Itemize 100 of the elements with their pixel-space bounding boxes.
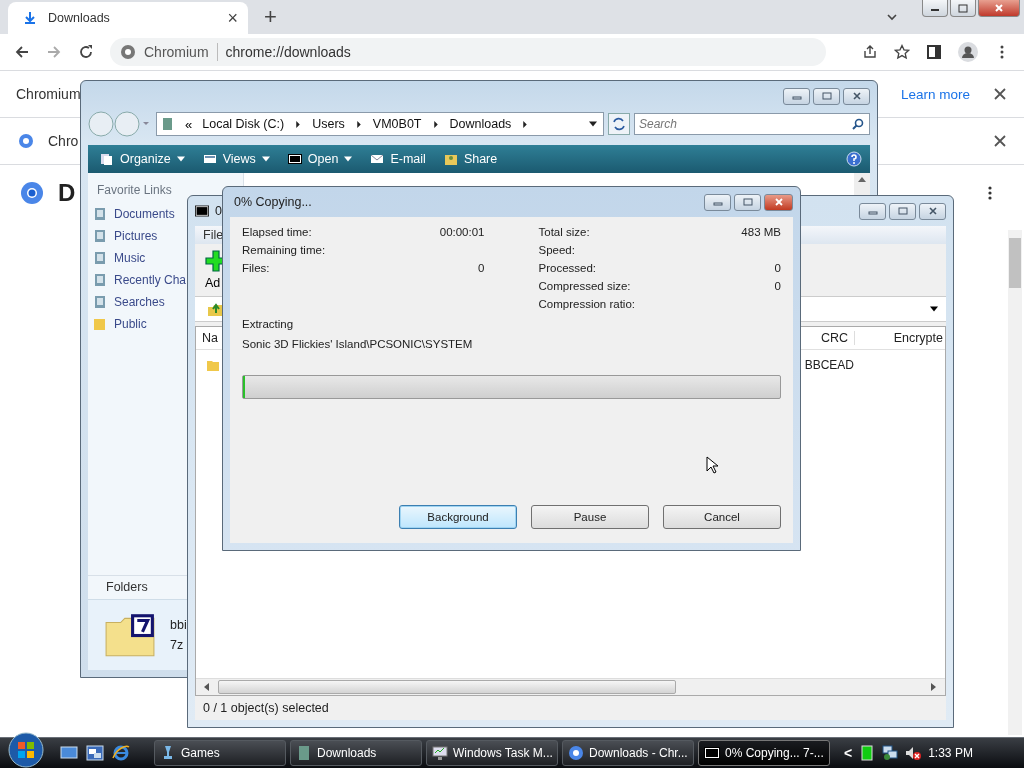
side-panel-icon[interactable] <box>926 44 942 60</box>
learn-more-link[interactable]: Learn more <box>900 86 970 102</box>
library-icon <box>93 207 107 221</box>
operation-label: Extracting <box>242 318 295 330</box>
breadcrumb-item[interactable]: VM0B0T <box>372 117 422 131</box>
muted-speaker-icon[interactable] <box>905 745 922 761</box>
folder-icon <box>161 117 175 131</box>
dropdown-arrow-icon[interactable] <box>261 155 270 163</box>
stat-label: Files: <box>242 262 270 276</box>
chevron-down-icon[interactable] <box>886 11 898 23</box>
dropdown-arrow-icon[interactable] <box>930 305 938 313</box>
maximize-icon <box>897 206 908 216</box>
dropdown-arrow-icon[interactable] <box>589 120 597 128</box>
browser-tab[interactable]: Downloads × <box>8 2 248 34</box>
stat-value: 0 <box>478 262 485 276</box>
minimize-button[interactable] <box>922 0 948 17</box>
reload-icon[interactable] <box>78 44 94 60</box>
profile-icon[interactable] <box>958 42 978 62</box>
taskbar-button[interactable]: Windows Task M... <box>426 740 558 766</box>
library-icon <box>93 251 107 265</box>
maximize-button[interactable] <box>889 202 916 220</box>
dialog-button[interactable]: Background <box>399 505 517 529</box>
search-icon[interactable] <box>852 118 864 130</box>
meter-icon[interactable] <box>859 745 876 761</box>
monitor-icon <box>432 745 448 761</box>
stat-value: 00:00:01 <box>439 226 485 240</box>
close-button[interactable] <box>919 202 946 220</box>
pages-icon <box>100 152 114 166</box>
close-button[interactable] <box>764 193 793 211</box>
folder-up-icon[interactable] <box>207 301 223 317</box>
clock[interactable]: 1:33 PM <box>928 746 973 760</box>
column-header[interactable]: Encrypte <box>855 331 945 345</box>
chevron-right-icon[interactable] <box>354 120 363 128</box>
switch-windows-icon[interactable] <box>86 744 104 762</box>
chevron-right-icon[interactable] <box>294 120 303 128</box>
chromium-logo-icon <box>18 133 34 149</box>
stat-value: 483 MB <box>741 226 781 240</box>
chevron-right-icon[interactable] <box>521 120 530 128</box>
site-name: Chromium <box>144 44 209 60</box>
scroll-left-arrow-icon[interactable] <box>204 683 210 691</box>
show-hidden-icons-button[interactable]: < <box>844 745 853 761</box>
share-button[interactable]: Share <box>439 152 502 166</box>
taskbar-button[interactable]: Downloads - Chr... <box>562 740 694 766</box>
dropdown-arrow-icon[interactable] <box>344 155 353 163</box>
refresh-icon[interactable] <box>608 113 630 135</box>
scrollbar[interactable] <box>854 173 870 195</box>
close-button[interactable] <box>978 0 1020 17</box>
dropdown-arrow-icon[interactable] <box>176 155 185 163</box>
new-tab-button[interactable]: + <box>258 4 283 30</box>
section-heading: Favorite Links <box>97 183 173 197</box>
taskbar-button[interactable]: Games <box>154 740 286 766</box>
stat-label: Elapsed time: <box>242 226 312 240</box>
window-title: 0 <box>215 204 222 218</box>
address-bar[interactable]: Chromium chrome://downloads <box>110 38 826 66</box>
close-button[interactable] <box>843 87 870 105</box>
file-type: 7z <box>170 638 185 652</box>
start-button[interactable] <box>8 732 44 768</box>
network-icon[interactable] <box>882 745 899 761</box>
breadcrumb-item[interactable]: Downloads <box>449 117 512 131</box>
window-title: 0% Copying... <box>233 195 312 209</box>
banner-text: Chro <box>48 133 79 149</box>
column-header[interactable]: Na <box>196 331 224 345</box>
close-icon[interactable] <box>994 88 1006 100</box>
scrollbar[interactable] <box>196 678 945 695</box>
close-icon[interactable] <box>994 135 1006 147</box>
star-icon[interactable] <box>894 44 910 60</box>
breadcrumb-item[interactable]: Users <box>312 117 345 131</box>
dialog-button[interactable]: Pause <box>531 505 649 529</box>
archive-file-icon <box>104 612 156 658</box>
chevron-right-icon[interactable] <box>431 120 440 128</box>
browser-icon[interactable] <box>112 744 130 762</box>
breadcrumb-overflow[interactable]: « <box>185 116 193 132</box>
stat-label: Compression ratio: <box>538 298 635 312</box>
help-icon[interactable] <box>846 151 862 167</box>
maximize-icon <box>742 197 753 207</box>
organize-button[interactable]: Organize <box>96 152 189 166</box>
scrollbar[interactable] <box>1008 230 1022 735</box>
show-desktop-icon[interactable] <box>60 744 78 762</box>
views-button[interactable]: Views <box>198 152 274 166</box>
breadcrumb-item[interactable]: Local Disk (C:) <box>202 117 285 131</box>
maximize-button[interactable] <box>734 193 761 211</box>
maximize-button[interactable] <box>813 87 840 105</box>
chromium-logo-icon <box>568 745 584 761</box>
file-path: Sonic 3D Flickies' Island\PCSONIC\SYSTEM <box>242 338 474 350</box>
taskbar-button[interactable]: Downloads <box>290 740 422 766</box>
share-icon[interactable] <box>862 44 878 60</box>
banner-text: Chromium <box>16 86 81 102</box>
table-cell-text: BBCEAD <box>803 358 855 372</box>
taskbar-button[interactable]: 0% Copying... 7-... <box>698 740 830 766</box>
address-field[interactable]: « Local Disk (C:) Users VM0B0T Downloads <box>156 112 604 136</box>
search-field[interactable]: Search <box>634 113 870 135</box>
close-tab-button[interactable]: × <box>227 7 238 29</box>
menu-item[interactable]: File <box>203 228 224 242</box>
back-icon[interactable] <box>14 44 30 60</box>
open-button[interactable]: Open <box>283 152 357 166</box>
folders-label[interactable]: Folders <box>106 580 148 594</box>
email-button[interactable]: E-mail <box>366 152 430 166</box>
dialog-button[interactable]: Cancel <box>663 505 781 529</box>
scroll-right-arrow-icon[interactable] <box>931 683 937 691</box>
scroll-up-arrow-icon[interactable] <box>858 177 866 183</box>
